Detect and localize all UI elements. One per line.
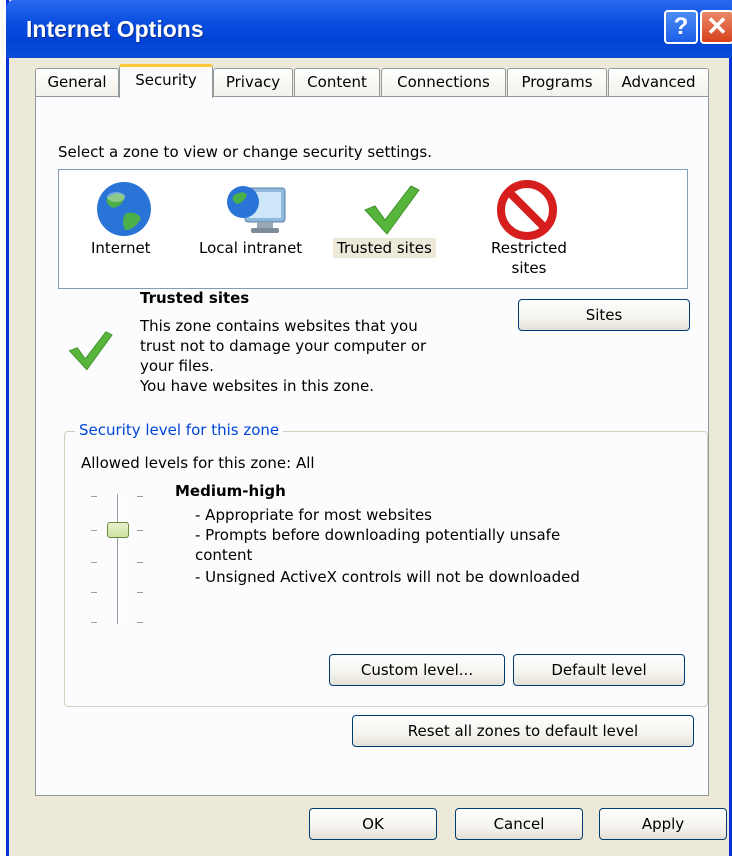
help-button[interactable]: ?	[664, 10, 698, 44]
zone-info-desc-line3: your files.	[140, 357, 214, 375]
slider-tick	[91, 562, 97, 563]
sites-button[interactable]: Sites	[518, 299, 690, 331]
default-level-button[interactable]: Default level	[513, 654, 685, 686]
tab-content[interactable]: Content	[294, 68, 380, 96]
ok-button[interactable]: OK	[309, 808, 437, 840]
zone-restricted-line2: sites	[511, 259, 547, 277]
reset-all-zones-button[interactable]: Reset all zones to default level	[352, 715, 694, 747]
tab-advanced[interactable]: Advanced	[608, 68, 709, 96]
zone-info-desc-line2: trust not to damage your computer or	[140, 337, 427, 355]
security-level-slider[interactable]	[65, 432, 185, 708]
window-title: Internet Options	[26, 16, 204, 42]
zone-trusted-sites-label: Trusted sites	[333, 238, 436, 258]
zone-restricted-line1: Restricted	[491, 239, 567, 257]
globe-icon	[95, 180, 153, 242]
checkmark-icon	[361, 180, 421, 242]
selected-zone-checkmark-icon	[66, 327, 114, 377]
select-zone-prompt: Select a zone to view or change security…	[58, 143, 433, 161]
slider-tick	[137, 562, 143, 563]
tab-general[interactable]: General	[35, 68, 119, 96]
slider-track	[117, 494, 121, 624]
level-bullet-1: - Appropriate for most websites	[195, 506, 432, 524]
tab-connections[interactable]: Connections	[381, 68, 506, 96]
monitor-globe-icon	[225, 180, 289, 244]
slider-tick	[91, 530, 97, 531]
cancel-button[interactable]: Cancel	[455, 808, 583, 840]
level-bullet-2-cont: content	[195, 546, 253, 564]
zone-list: Internet Local intranet Trusted sites Re…	[58, 169, 688, 289]
slider-tick	[137, 496, 143, 497]
security-level-group: Security level for this zone Allowed lev…	[64, 421, 708, 708]
close-icon: ✕	[706, 11, 728, 41]
zone-info-title: Trusted sites	[140, 289, 250, 307]
zone-restricted-sites-label: Restricted sites	[469, 238, 589, 278]
internet-options-dialog: Internet Options ? ✕ General Security Pr…	[6, 0, 732, 856]
zone-info-desc-line4: You have websites in this zone.	[140, 377, 375, 395]
slider-tick	[91, 592, 97, 593]
help-icon: ?	[673, 13, 689, 40]
level-bullet-3: - Unsigned ActiveX controls will not be …	[195, 568, 580, 586]
zone-internet-label: Internet	[91, 239, 151, 257]
slider-tick	[91, 496, 97, 497]
level-name: Medium-high	[175, 482, 286, 500]
tab-security[interactable]: Security	[119, 64, 213, 98]
no-entry-icon	[497, 180, 557, 244]
level-bullet-2: - Prompts before downloading potentially…	[195, 526, 561, 544]
slider-tick	[137, 530, 143, 531]
slider-tick	[91, 622, 97, 623]
slider-thumb[interactable]	[107, 522, 129, 538]
tab-programs[interactable]: Programs	[507, 68, 607, 96]
apply-button[interactable]: Apply	[599, 808, 727, 840]
slider-tick	[137, 592, 143, 593]
title-bar[interactable]: Internet Options ? ✕	[6, 0, 732, 58]
security-panel: Select a zone to view or change security…	[35, 96, 709, 796]
tab-privacy[interactable]: Privacy	[213, 68, 293, 96]
zone-info-desc-line1: This zone contains websites that you	[140, 317, 418, 335]
slider-tick	[137, 622, 143, 623]
close-button[interactable]: ✕	[700, 10, 732, 44]
custom-level-button[interactable]: Custom level...	[329, 654, 505, 686]
zone-local-intranet-label: Local intranet	[199, 239, 303, 257]
